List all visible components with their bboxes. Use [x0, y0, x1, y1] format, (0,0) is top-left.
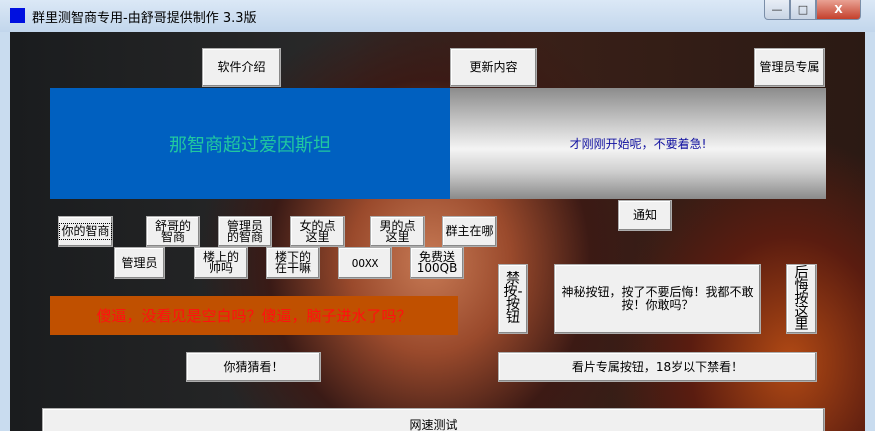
orange-message-panel: 傻逼，没看见是空白吗？傻逼，脑子进水了吗？: [50, 296, 458, 335]
admin-iq-button[interactable]: 管理员的智商: [218, 216, 272, 247]
gray-panel-text: 才刚刚开始呢，不要着急!: [569, 137, 707, 151]
admin-button[interactable]: 管理员: [114, 247, 165, 279]
intro-button[interactable]: 软件介绍: [202, 48, 281, 87]
blue-result-panel: 那智商超过爱因斯坦: [50, 88, 450, 199]
shuge-iq-button[interactable]: 舒哥的智商: [146, 216, 200, 247]
female-click-button[interactable]: 女的点这里: [290, 216, 345, 247]
forbidden-button[interactable]: 禁按-按钮: [498, 264, 528, 334]
title-bar: 群里测智商专用-由舒哥提供制作 3.3版 — □ X: [0, 0, 875, 32]
your-iq-button[interactable]: 你的智商: [58, 216, 113, 247]
notice-button[interactable]: 通知: [618, 200, 672, 231]
regret-button[interactable]: 后悔按这里: [786, 264, 817, 334]
orange-panel-text: 傻逼，没看见是空白吗？傻逼，脑子进水了吗？: [96, 307, 412, 325]
your-iq-label: 你的智商: [59, 223, 112, 240]
window-title: 群里测智商专用-由舒哥提供制作 3.3版: [32, 11, 257, 26]
male-click-button[interactable]: 男的点这里: [370, 216, 425, 247]
minimize-button[interactable]: —: [764, 0, 790, 20]
speed-test-button[interactable]: 网速测试: [42, 408, 825, 431]
blue-panel-text: 那智商超过爱因斯坦: [169, 134, 331, 156]
app-icon: [10, 8, 25, 23]
mystery-button[interactable]: 神秘按钮，按了不要后悔！我都不敢按！你敢吗？: [554, 264, 761, 334]
maximize-button[interactable]: □: [790, 0, 816, 20]
free-qb-button[interactable]: 免费送100QB: [410, 247, 464, 279]
group-owner-button[interactable]: 群主在哪: [442, 216, 497, 247]
close-button[interactable]: X: [816, 0, 861, 20]
guess-button[interactable]: 你猜猜看！: [186, 352, 321, 382]
downstairs-doing-button[interactable]: 楼下的在干嘛: [266, 247, 320, 279]
ooxx-button[interactable]: OOXX: [338, 247, 392, 279]
movie-button[interactable]: 看片专属按钮，18岁以下禁看！: [498, 352, 817, 382]
admin-only-button[interactable]: 管理员专属: [754, 48, 825, 87]
upstairs-handsome-button[interactable]: 楼上的帅吗: [194, 247, 248, 279]
client-area: 软件介绍 更新内容 管理员专属 那智商超过爱因斯坦 才刚刚开始呢，不要着急! 通…: [10, 32, 865, 431]
update-button[interactable]: 更新内容: [450, 48, 537, 87]
gray-result-panel: 才刚刚开始呢，不要着急!: [450, 88, 826, 199]
